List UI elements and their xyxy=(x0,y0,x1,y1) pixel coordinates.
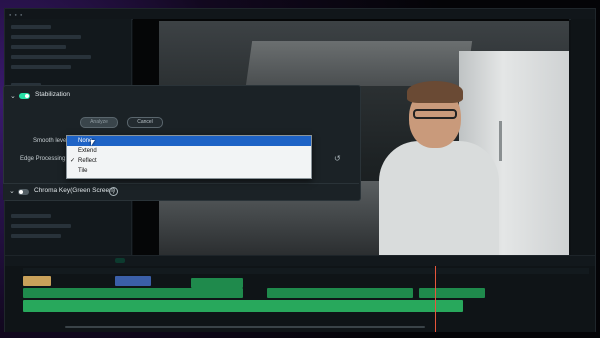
video-clip[interactable] xyxy=(419,288,485,298)
timeline-toolbar xyxy=(5,256,595,266)
analyze-button[interactable]: Analyze xyxy=(80,117,118,128)
kitchen-hood xyxy=(245,41,473,86)
chroma-key-header[interactable]: ⌄ Chroma Key(Green Screen) ? xyxy=(3,183,359,200)
chef xyxy=(369,81,499,255)
chroma-key-toggle[interactable] xyxy=(18,189,29,195)
panel-row xyxy=(11,214,51,218)
option-label: Tile xyxy=(78,168,88,174)
chevron-down-icon[interactable]: ⌄ xyxy=(10,92,16,100)
dropdown-option-reflect[interactable]: ✓ Reflect xyxy=(67,156,311,166)
panel-row xyxy=(11,25,51,29)
cancel-button[interactable]: Cancel xyxy=(127,117,163,128)
dropdown-option-tile[interactable]: Tile xyxy=(67,166,311,176)
timecode-badge xyxy=(115,258,126,263)
stabilization-header[interactable]: ⌄ Stabilization xyxy=(4,86,360,106)
audio-clip[interactable] xyxy=(23,276,51,286)
smooth-level-label: Smooth level: xyxy=(33,138,70,144)
chroma-key-title: Chroma Key(Green Screen) xyxy=(34,187,115,194)
main-video-track[interactable] xyxy=(23,300,463,312)
menu-bar: ● ● ● xyxy=(9,12,24,17)
smooth-level-dropdown[interactable]: None Extend ✓ Reflect Tile xyxy=(66,135,312,179)
stabilization-toggle[interactable] xyxy=(19,93,30,99)
chevron-down-icon[interactable]: ⌄ xyxy=(9,187,15,195)
panel-row xyxy=(11,65,71,69)
timeline[interactable] xyxy=(5,255,595,332)
option-label: Reflect xyxy=(78,158,97,164)
video-clip[interactable] xyxy=(23,288,243,298)
timeline-scrollbar[interactable] xyxy=(65,326,425,328)
reset-icon[interactable]: ↺ xyxy=(334,154,341,163)
check-icon: ✓ xyxy=(70,158,76,164)
option-label: Extend xyxy=(78,148,97,154)
mouse-cursor-icon xyxy=(91,140,95,146)
panel-row xyxy=(11,35,81,39)
help-icon[interactable]: ? xyxy=(109,187,118,196)
panel-row xyxy=(11,234,61,238)
right-toolbar xyxy=(571,19,595,255)
stabilization-title: Stabilization xyxy=(35,91,71,98)
time-ruler[interactable] xyxy=(23,268,589,274)
playhead[interactable] xyxy=(435,266,436,332)
title-clip[interactable] xyxy=(115,276,151,286)
video-clip[interactable] xyxy=(191,278,243,288)
video-clip[interactable] xyxy=(267,288,413,298)
dropdown-option-none[interactable]: None xyxy=(67,136,311,146)
panel-row xyxy=(11,55,91,59)
panel-row xyxy=(11,224,71,228)
dropdown-option-extend[interactable]: Extend xyxy=(67,146,311,156)
edge-processing-label: Edge Processing: xyxy=(20,156,68,162)
screen: ● ● ● ⌄ Stabilization Analyze Cancel Smo… xyxy=(0,0,600,338)
panel-row xyxy=(11,45,66,49)
